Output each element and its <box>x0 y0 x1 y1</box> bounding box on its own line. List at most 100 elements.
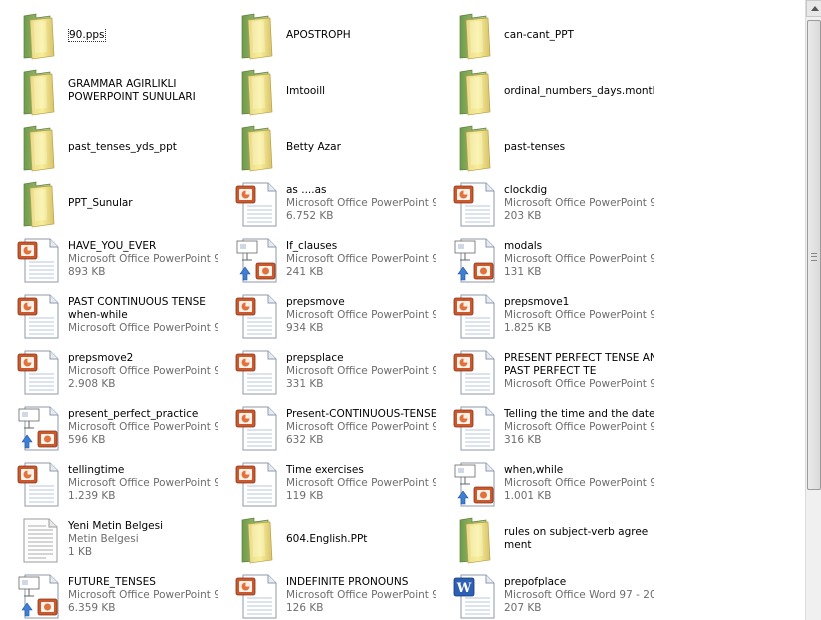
file-type: Microsoft Office PowerPoint 9... <box>504 309 654 321</box>
file-type: Microsoft Office PowerPoint 9... <box>286 589 436 601</box>
file-type: Microsoft Office PowerPoint 9... <box>504 421 654 433</box>
file-item[interactable]: GRAMMAR AĞIRLIKLI POWERPOINT SUNULARI <box>6 64 218 118</box>
file-size: 316 KB <box>504 434 542 446</box>
file-text: clockdig Microsoft Office PowerPoint 9...… <box>504 184 654 223</box>
file-type: Microsoft Office PowerPoint 9... <box>504 253 654 265</box>
file-item[interactable]: tellingtime Microsoft Office PowerPoint 9… <box>6 456 218 510</box>
file-item[interactable]: PPT_Sunular <box>6 176 218 230</box>
file-item[interactable]: FUTURE_TENSES Microsoft Office PowerPoint… <box>6 568 218 620</box>
word-document-icon: W <box>452 572 498 620</box>
folder-icon <box>452 124 498 172</box>
file-name: PAST CONTINUOUS TENSE <box>68 296 206 308</box>
powerpoint-file-icon <box>234 404 280 452</box>
file-size: 119 KB <box>286 490 324 502</box>
file-item[interactable]: Imtooill <box>224 64 436 118</box>
file-size: 6.359 KB <box>68 602 116 614</box>
powerpoint-file-icon <box>452 404 498 452</box>
file-item[interactable]: past-tenses <box>442 120 654 174</box>
powerpoint-file-icon <box>234 460 280 508</box>
folder-icon <box>452 516 498 564</box>
file-item[interactable]: Betty Azar <box>224 120 436 174</box>
file-name: prepsmove <box>286 296 345 308</box>
powerpoint-file-icon <box>16 348 62 396</box>
file-item[interactable]: ordinal_numbers_days.months <box>442 64 654 118</box>
file-text: 90.pps <box>68 29 218 42</box>
file-item[interactable]: as ....as Microsoft Office PowerPoint 9..… <box>224 176 436 230</box>
text-document-icon <box>16 516 62 564</box>
file-text: present_perfect_practice Microsoft Office… <box>68 408 218 447</box>
file-item[interactable]: Telling the time and the date Microsoft O… <box>442 400 654 454</box>
file-item[interactable]: APOSTROPH <box>224 8 436 62</box>
file-text: PRESENT PERFECT TENSE AND PAST PERFECT TE… <box>504 352 654 391</box>
file-type: Microsoft Office PowerPoint 9... <box>68 421 218 433</box>
file-type: Microsoft Office PowerPoint 9... <box>286 309 436 321</box>
file-name: GRAMMAR AĞIRLIKLI <box>68 78 177 90</box>
file-size: 126 KB <box>286 602 324 614</box>
file-name: prepsplace <box>286 352 344 364</box>
file-text: when,while Microsoft Office PowerPoint 9.… <box>504 464 654 503</box>
file-item[interactable]: 604.English.PPt <box>224 512 436 566</box>
powerpoint-file-icon <box>234 180 280 228</box>
folder-icon <box>452 12 498 60</box>
file-text: Yeni Metin Belgesi Metin Belgesi 1 KB <box>68 520 218 559</box>
vertical-scrollbar[interactable] <box>805 0 821 620</box>
file-item[interactable]: INDEFINITE PRONOUNS Microsoft Office Powe… <box>224 568 436 620</box>
file-name: PRESENT PERFECT TENSE AND <box>504 352 654 364</box>
powerpoint-show-icon <box>16 572 62 620</box>
powerpoint-file-icon <box>16 292 62 340</box>
file-item[interactable]: Time exercises Microsoft Office PowerPoin… <box>224 456 436 510</box>
file-item[interactable]: prepsmove2 Microsoft Office PowerPoint 9.… <box>6 344 218 398</box>
file-item[interactable]: can-cant_PPT <box>442 8 654 62</box>
file-size: 203 KB <box>504 210 542 222</box>
file-item[interactable]: PRESENT PERFECT TENSE AND PAST PERFECT TE… <box>442 344 654 398</box>
file-item[interactable]: prepsmove1 Microsoft Office PowerPoint 9.… <box>442 288 654 342</box>
powerpoint-show-icon <box>234 236 280 284</box>
file-item[interactable]: rules on subject-verb agree ment <box>442 512 654 566</box>
file-item[interactable]: W prepofplace Microsoft Office Word 97 - … <box>442 568 654 620</box>
file-size: 1.825 KB <box>504 322 552 334</box>
file-item[interactable]: 90.pps <box>6 8 218 62</box>
file-text: tellingtime Microsoft Office PowerPoint 9… <box>68 464 218 503</box>
file-item[interactable]: past_tenses_yds_ppt <box>6 120 218 174</box>
file-size: 241 KB <box>286 266 324 278</box>
file-size: 596 KB <box>68 434 106 446</box>
file-text: FUTURE_TENSES Microsoft Office PowerPoint… <box>68 576 218 615</box>
file-name: Time exercises <box>286 464 364 476</box>
file-item[interactable]: HAVE_YOU_EVER Microsoft Office PowerPoint… <box>6 232 218 286</box>
file-text: If_clauses Microsoft Office PowerPoint 9.… <box>286 240 436 279</box>
powerpoint-file-icon <box>452 292 498 340</box>
file-text: prepsplace Microsoft Office PowerPoint 9.… <box>286 352 436 391</box>
file-size: 632 KB <box>286 434 324 446</box>
file-type: Microsoft Office PowerPoint 9... <box>68 589 218 601</box>
file-type: Microsoft Office PowerPoint 9... <box>68 253 218 265</box>
scroll-grip-icon <box>811 253 817 261</box>
file-size: 1.239 KB <box>68 490 116 502</box>
file-item[interactable]: present_perfect_practice Microsoft Office… <box>6 400 218 454</box>
file-name: Telling the time and the date <box>504 408 654 420</box>
file-text: Imtooill <box>286 85 436 98</box>
file-item[interactable]: when,while Microsoft Office PowerPoint 9.… <box>442 456 654 510</box>
folder-icon <box>16 124 62 172</box>
file-item[interactable]: If_clauses Microsoft Office PowerPoint 9.… <box>224 232 436 286</box>
file-name: ment <box>504 539 532 551</box>
file-name: Yeni Metin Belgesi <box>68 520 164 532</box>
file-text: ordinal_numbers_days.months <box>504 85 654 98</box>
file-name: ordinal_numbers_days.months <box>504 85 654 97</box>
file-item[interactable]: modals Microsoft Office PowerPoint 9... 13… <box>442 232 654 286</box>
file-text: PPT_Sunular <box>68 197 218 210</box>
file-text: Telling the time and the date Microsoft O… <box>504 408 654 447</box>
file-item[interactable]: prepsplace Microsoft Office PowerPoint 9.… <box>224 344 436 398</box>
file-item[interactable]: Yeni Metin Belgesi Metin Belgesi 1 KB <box>6 512 218 566</box>
powerpoint-show-icon <box>16 404 62 452</box>
powerpoint-file-icon <box>16 460 62 508</box>
file-name: modals <box>504 240 543 252</box>
file-item[interactable]: prepsmove Microsoft Office PowerPoint 9..… <box>224 288 436 342</box>
file-name: as ....as <box>286 184 327 196</box>
scroll-up-arrow-icon[interactable] <box>806 0 821 17</box>
file-item[interactable]: clockdig Microsoft Office PowerPoint 9...… <box>442 176 654 230</box>
scroll-thumb[interactable] <box>807 20 821 490</box>
file-item[interactable]: Present-CONTINUOUS-TENSE Microsoft Office… <box>224 400 436 454</box>
file-item[interactable]: PAST CONTINUOUS TENSE when-while Microsoft… <box>6 288 218 342</box>
file-text: prepofplace Microsoft Office Word 97 - 20… <box>504 576 654 615</box>
folder-icon <box>234 516 280 564</box>
